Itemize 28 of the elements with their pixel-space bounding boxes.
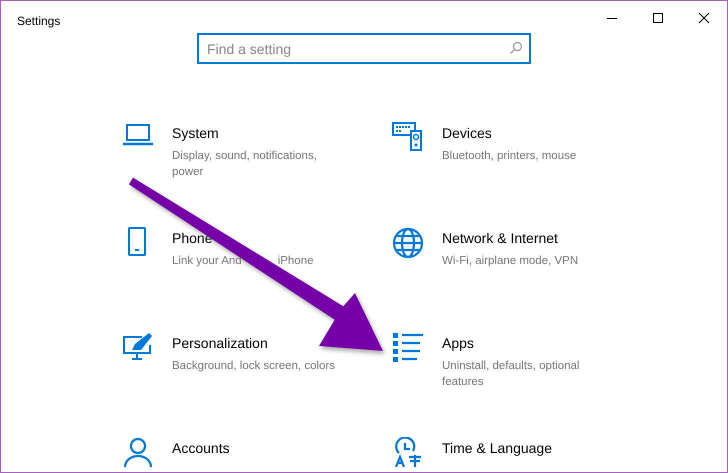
search-field[interactable]: Find a setting [197, 33, 531, 64]
laptop-icon [122, 122, 154, 148]
category-description: Display, sound, notifications, power [172, 150, 317, 178]
keyboard-speaker-icon [392, 122, 424, 152]
phone-icon [128, 227, 148, 257]
person-icon [123, 437, 153, 467]
category-description: Uninstall, defaults, optional features [442, 360, 580, 388]
clock-character-icon [393, 437, 423, 467]
category-title[interactable]: Apps [442, 334, 474, 352]
window-title: Settings [17, 13, 60, 30]
maximize-icon [652, 12, 664, 24]
category-title[interactable]: Time & Language [442, 439, 552, 457]
category-description: Wi-Fi, airplane mode, VPN [442, 255, 578, 267]
globe-icon [392, 227, 424, 259]
list-icon [392, 332, 424, 362]
category-description: Bluetooth, printers, mouse [442, 150, 576, 162]
category-title[interactable]: Network & Internet [442, 229, 558, 247]
search-icon [509, 41, 523, 55]
category-description: iPhone [278, 255, 314, 267]
category-title[interactable]: Phone [172, 229, 212, 247]
category-title[interactable]: Personalization [172, 334, 268, 352]
monitor-brush-icon [122, 332, 154, 362]
category-title[interactable]: Devices [442, 124, 492, 142]
category-description: Background, lock screen, colors [172, 360, 335, 372]
close-icon [698, 12, 710, 24]
category-title[interactable]: Accounts [172, 439, 230, 457]
category-title[interactable]: System [172, 124, 219, 142]
category-description: Link your And [172, 255, 242, 267]
